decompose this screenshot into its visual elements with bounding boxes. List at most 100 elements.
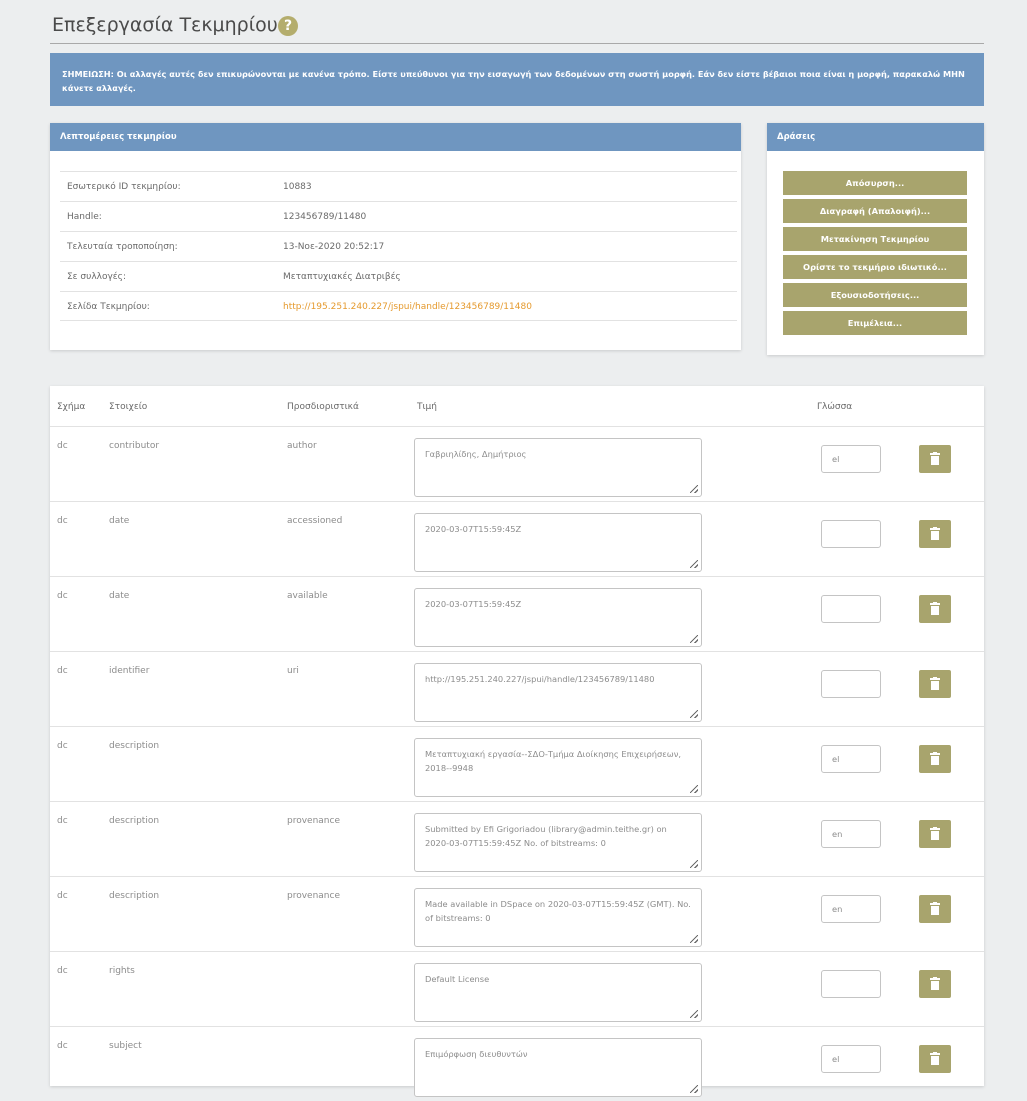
resize-handle-icon[interactable] [690, 785, 698, 793]
page-title: Επεξεργασία Τεκμηρίου [52, 14, 278, 36]
value-textarea[interactable]: Made available in DSpace on 2020-03-07T1… [414, 888, 702, 947]
resize-handle-icon[interactable] [690, 935, 698, 943]
element-cell: description [109, 816, 160, 826]
resize-handle-icon[interactable] [690, 860, 698, 868]
language-input[interactable] [821, 595, 881, 623]
actions-heading: Δράσεις [767, 123, 984, 151]
element-cell: date [109, 516, 130, 526]
language-input[interactable] [821, 970, 881, 998]
remove-button[interactable] [919, 820, 951, 848]
value-text: 2020-03-07T15:59:45Z [425, 599, 522, 609]
remove-button[interactable] [919, 445, 951, 473]
warning-note: ΣΗΜΕΙΩΣΗ: Οι αλλαγές αυτές δεν επικυρώνο… [50, 53, 984, 106]
resize-handle-icon[interactable] [690, 635, 698, 643]
item-details-heading: Λεπτομέρειες τεκμηρίου [50, 123, 741, 151]
table-row: dc rights Default License [50, 951, 984, 1026]
remove-button[interactable] [919, 895, 951, 923]
trash-icon [930, 527, 940, 540]
value-textarea[interactable]: Γαβριηλίδης, Δημήτριος [414, 438, 702, 497]
language-input[interactable] [821, 520, 881, 548]
remove-button[interactable] [919, 745, 951, 773]
detail-row-last-modified: Τελευταία τροποποίηση: 13-Νοε-2020 20:52… [60, 231, 737, 261]
trash-icon [930, 977, 940, 990]
language-input[interactable]: en [821, 895, 881, 923]
trash-icon [930, 452, 940, 465]
warning-note-text: ΣΗΜΕΙΩΣΗ: Οι αλλαγές αυτές δεν επικυρώνο… [62, 69, 965, 93]
authorizations-button[interactable]: Εξουσιοδοτήσεις... [783, 283, 967, 307]
metadata-table: Σχήμα Στοιχείο Προσδιοριστικά Τιμή Γλώσσ… [50, 386, 984, 1097]
delete-expunge-button[interactable]: Διαγραφή (Απαλοιφή)... [783, 199, 967, 223]
table-row: dc contributor author Γαβριηλίδης, Δημήτ… [50, 426, 984, 501]
trash-icon [930, 602, 940, 615]
detail-value: 10883 [283, 182, 312, 192]
qualifier-cell: uri [287, 666, 299, 676]
remove-button[interactable] [919, 670, 951, 698]
help-icon[interactable]: ? [278, 16, 298, 36]
move-item-button[interactable]: Μετακίνηση Τεκμηρίου [783, 227, 967, 251]
detail-value: 13-Νοε-2020 20:52:17 [283, 242, 385, 252]
value-textarea[interactable]: Submitted by Efi Grigoriadou (library@ad… [414, 813, 702, 872]
value-text: Submitted by Efi Grigoriadou (library@ad… [425, 824, 667, 848]
table-row: dc date accessioned 2020-03-07T15:59:45Z [50, 501, 984, 576]
column-header-value: Τιμή [417, 402, 437, 412]
qualifier-cell: accessioned [287, 516, 343, 526]
value-textarea[interactable]: Μεταπτυχιακή εργασία--ΣΔΟ-Τμήμα Διοίκηση… [414, 738, 702, 797]
resize-handle-icon[interactable] [690, 485, 698, 493]
table-row: dc description provenance Submitted by E… [50, 801, 984, 876]
value-textarea[interactable]: http://195.251.240.227/jspui/handle/1234… [414, 663, 702, 722]
detail-label: Εσωτερικό ID τεκμηρίου: [67, 182, 181, 192]
language-input[interactable]: el [821, 1045, 881, 1073]
schema-cell: dc [57, 741, 68, 751]
remove-button[interactable] [919, 520, 951, 548]
language-input[interactable]: el [821, 445, 881, 473]
value-textarea[interactable]: 2020-03-07T15:59:45Z [414, 588, 702, 647]
detail-label: Τελευταία τροποποίηση: [67, 242, 178, 252]
value-text: Μεταπτυχιακή εργασία--ΣΔΟ-Τμήμα Διοίκηση… [425, 749, 681, 773]
value-textarea[interactable]: Default License [414, 963, 702, 1022]
value-text: Επιμόρφωση διευθυντών [425, 1049, 528, 1059]
resize-handle-icon[interactable] [690, 560, 698, 568]
table-row: dc description Μεταπτυχιακή εργασία--ΣΔΟ… [50, 726, 984, 801]
remove-button[interactable] [919, 1045, 951, 1073]
element-cell: subject [109, 1041, 142, 1051]
value-text: Γαβριηλίδης, Δημήτριος [425, 449, 527, 459]
qualifier-cell: available [287, 591, 328, 601]
detail-row-internal-id: Εσωτερικό ID τεκμηρίου: 10883 [60, 171, 737, 201]
item-page-link[interactable]: http://195.251.240.227/jspui/handle/1234… [283, 302, 532, 312]
withdraw-button[interactable]: Απόσυρση... [783, 171, 967, 195]
trash-icon [930, 1052, 940, 1065]
value-textarea[interactable]: Επιμόρφωση διευθυντών [414, 1038, 702, 1097]
element-cell: description [109, 891, 160, 901]
table-row: dc identifier uri http://195.251.240.227… [50, 651, 984, 726]
curate-button[interactable]: Επιμέλεια... [783, 311, 967, 335]
item-details-table: Εσωτερικό ID τεκμηρίου: 10883 Handle: 12… [60, 171, 737, 321]
column-header-element: Στοιχείο [109, 402, 148, 412]
page-title-bar: Επεξεργασία Τεκμηρίου ? [50, 14, 984, 44]
qualifier-cell: author [287, 441, 317, 451]
table-row: dc subject Επιμόρφωση διευθυντών el [50, 1026, 984, 1101]
column-header-qualifier: Προσδιοριστικά [287, 402, 359, 412]
trash-icon [930, 827, 940, 840]
schema-cell: dc [57, 591, 68, 601]
language-text: el [832, 1054, 840, 1064]
resize-handle-icon[interactable] [690, 1085, 698, 1093]
item-details-panel: Λεπτομέρειες τεκμηρίου Εσωτερικό ID τεκμ… [50, 123, 741, 350]
language-input[interactable]: en [821, 820, 881, 848]
element-cell: rights [109, 966, 135, 976]
resize-handle-icon[interactable] [690, 1010, 698, 1018]
detail-row-item-page: Σελίδα Τεκμηρίου: http://195.251.240.227… [60, 291, 737, 321]
actions-panel: Δράσεις Απόσυρση... Διαγραφή (Απαλοιφή).… [767, 123, 984, 355]
value-textarea[interactable]: 2020-03-07T15:59:45Z [414, 513, 702, 572]
remove-button[interactable] [919, 970, 951, 998]
schema-cell: dc [57, 891, 68, 901]
make-private-button[interactable]: Ορίστε το τεκμήριο ιδιωτικό... [783, 255, 967, 279]
schema-cell: dc [57, 666, 68, 676]
remove-button[interactable] [919, 595, 951, 623]
resize-handle-icon[interactable] [690, 710, 698, 718]
detail-label: Handle: [67, 212, 102, 222]
detail-value: Μεταπτυχιακές Διατριβές [283, 272, 401, 282]
schema-cell: dc [57, 1041, 68, 1051]
language-input[interactable]: el [821, 745, 881, 773]
language-input[interactable] [821, 670, 881, 698]
language-text: el [832, 754, 840, 764]
